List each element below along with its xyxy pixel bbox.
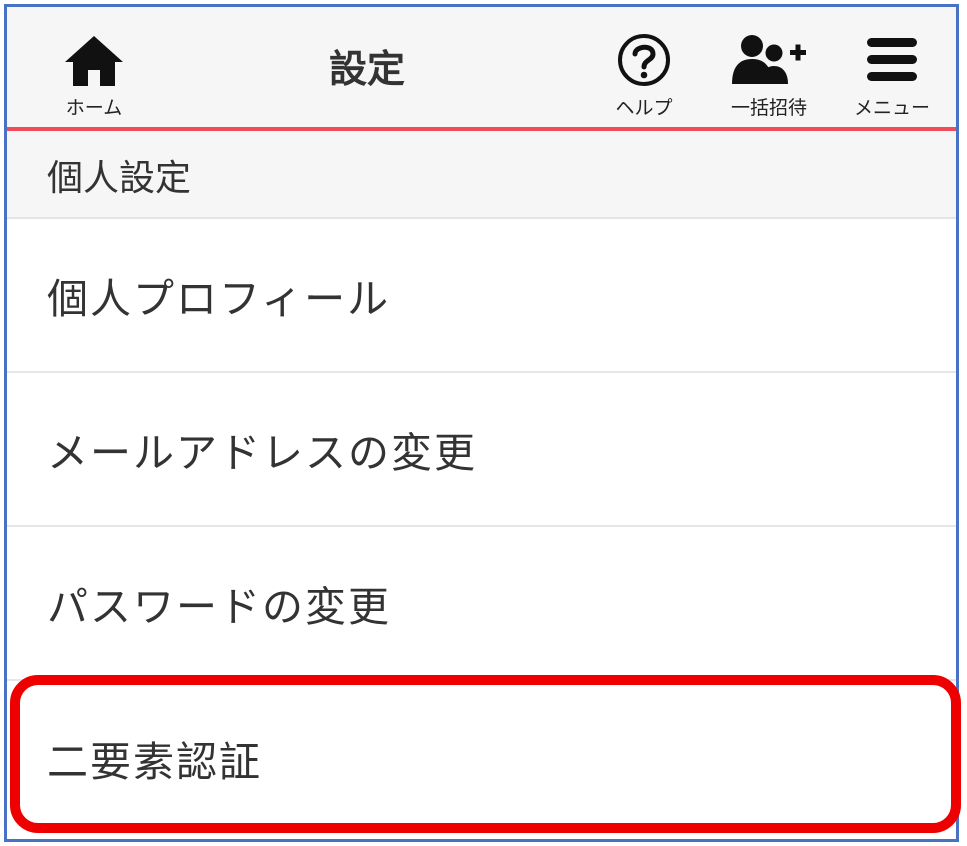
menu-button[interactable]: メニュー [842, 7, 942, 127]
list-item-change-email[interactable]: メールアドレスの変更 [7, 373, 956, 527]
hamburger-menu-icon [865, 29, 919, 91]
home-label: ホーム [65, 97, 123, 119]
list-item-change-password[interactable]: パスワードの変更 [7, 527, 956, 681]
home-button[interactable]: ホーム [49, 7, 139, 127]
list-item-personal-profile[interactable]: 個人プロフィール [7, 219, 956, 373]
menu-label: メニュー [853, 97, 930, 119]
home-icon [63, 29, 125, 91]
header-bar: ホーム 設定 ヘルプ 一括招待 メニュー [7, 7, 956, 131]
bulk-invite-label: 一括招待 [730, 97, 807, 119]
help-button[interactable]: ヘルプ [603, 7, 685, 127]
help-icon [616, 29, 672, 91]
section-header-personal-settings: 個人設定 [7, 131, 956, 219]
app-frame: ホーム 設定 ヘルプ 一括招待 メニュー 個人設定 個人プロフィール メールアド… [4, 4, 959, 842]
add-user-icon [728, 29, 810, 91]
help-label: ヘルプ [615, 97, 673, 119]
list-item-two-factor-auth[interactable]: 二要素認証 [7, 681, 956, 835]
list-item-label: 個人プロフィール [47, 275, 391, 323]
list-item-label: メールアドレスの変更 [47, 429, 477, 477]
list-item-label: パスワードの変更 [47, 583, 391, 631]
page-title: 設定 [328, 47, 405, 91]
list-item-label: 二要素認証 [47, 738, 262, 786]
bulk-invite-button[interactable]: 一括招待 [719, 7, 819, 127]
